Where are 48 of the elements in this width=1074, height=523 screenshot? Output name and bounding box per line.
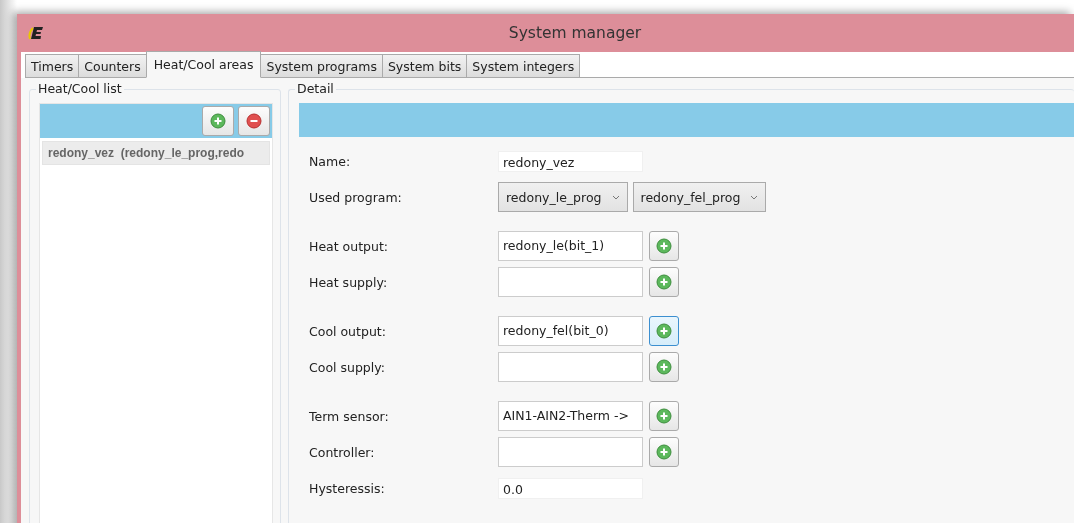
field-label: Name: (309, 153, 352, 169)
text-field[interactable]: redony_le(bit_1) (498, 231, 643, 261)
tab[interactable]: Timers (25, 54, 80, 78)
tab[interactable]: Counters (78, 54, 147, 78)
tab[interactable]: System integers (466, 54, 581, 78)
list-item[interactable]: redony_vez (redony_le_prog,redo (42, 141, 270, 165)
window-title: System manager (507, 24, 643, 42)
minus-icon (246, 113, 262, 129)
text-field[interactable]: redony_vez (498, 150, 643, 172)
field-label: Used program: (309, 189, 403, 205)
field-label: Controller: (309, 444, 376, 460)
text-field[interactable] (498, 437, 643, 467)
remove-button[interactable] (238, 106, 270, 136)
group-title: Detail (295, 82, 336, 96)
field-label: Cool supply: (309, 359, 386, 375)
plus-icon (656, 274, 672, 290)
add-button[interactable] (649, 352, 679, 382)
group-title: Heat/Cool list (36, 82, 124, 96)
dropdown[interactable]: redony_fel_prog (632, 182, 767, 212)
plus-icon (656, 359, 672, 375)
field-label: Heat supply: (309, 274, 389, 290)
field-label: Heat output: (309, 238, 390, 254)
add-button[interactable] (649, 267, 679, 297)
add-button[interactable] (649, 437, 679, 467)
plus-icon (656, 323, 672, 339)
add-button[interactable] (649, 401, 679, 431)
chevron-down-icon (750, 194, 759, 200)
text-field[interactable] (498, 267, 643, 297)
dropdown[interactable]: redony_le_prog (498, 182, 628, 212)
field-label: Cool output: (309, 323, 387, 339)
add-button[interactable] (649, 231, 679, 261)
plus-icon (656, 238, 672, 254)
tab[interactable]: Heat/Cool areas (145, 51, 262, 78)
text-field[interactable]: AIN1-AIN2-Therm -> (498, 401, 643, 431)
plus-icon (210, 113, 226, 129)
text-field[interactable]: 0.0 (498, 477, 643, 499)
tab[interactable]: System bits (381, 54, 468, 78)
field-label: Hysteressis: (309, 480, 386, 496)
app-logo-icon (28, 25, 46, 41)
add-button[interactable] (202, 106, 234, 136)
plus-icon (656, 408, 672, 424)
field-label: Term sensor: (309, 408, 390, 424)
add-button[interactable] (649, 316, 679, 346)
text-field[interactable]: redony_fel(bit_0) (498, 316, 643, 346)
tab[interactable]: System programs (260, 54, 383, 78)
text-field[interactable] (498, 352, 643, 382)
plus-icon (656, 444, 672, 460)
chevron-down-icon (611, 194, 620, 200)
